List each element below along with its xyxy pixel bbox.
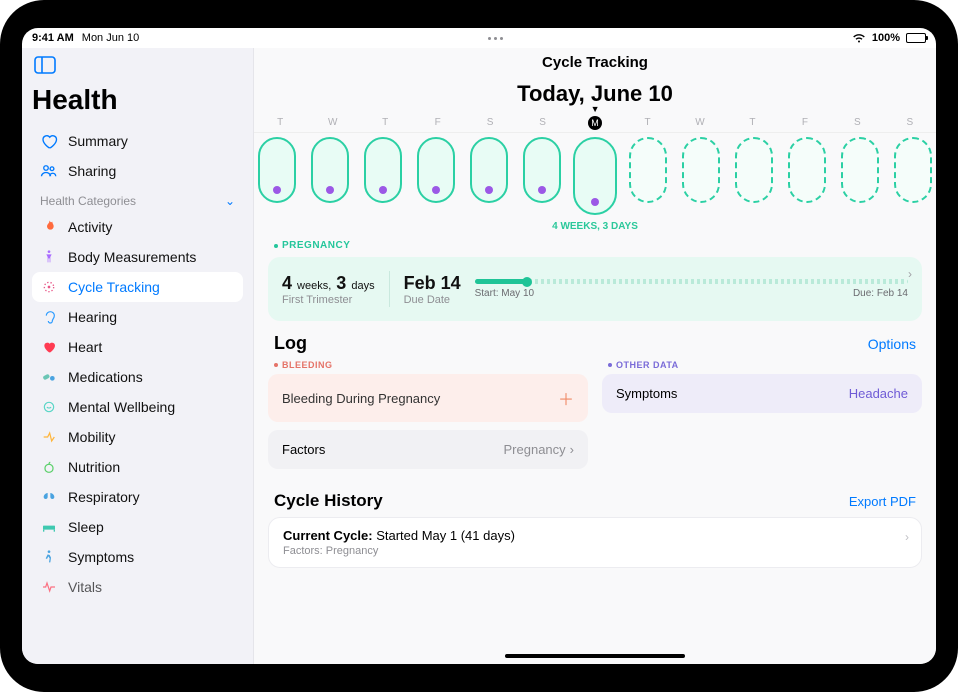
sidebar-item-label: Symptoms (68, 549, 134, 565)
home-indicator[interactable] (505, 654, 685, 658)
battery-icon (906, 33, 926, 43)
sidebar-section-header[interactable]: Health Categories ⌄ (32, 186, 243, 212)
day-pill[interactable] (258, 137, 296, 203)
sidebar-item-label: Summary (68, 133, 128, 149)
sidebar-item-label: Mental Wellbeing (68, 399, 175, 415)
sidebar-item-label: Activity (68, 219, 112, 235)
flame-icon (40, 218, 58, 236)
plus-icon: ＋ (558, 386, 574, 410)
day-pill[interactable] (364, 137, 402, 203)
sidebar-item-mental[interactable]: Mental Wellbeing (32, 392, 243, 422)
day-pill-future[interactable] (894, 137, 932, 203)
day-pill[interactable] (311, 137, 349, 203)
bleeding-row[interactable]: Bleeding During Pregnancy ＋ (268, 374, 588, 422)
day-pill-future[interactable] (788, 137, 826, 203)
sidebar-item-label: Medications (68, 369, 143, 385)
vitals-icon (40, 578, 58, 596)
day-pill-future[interactable] (841, 137, 879, 203)
sidebar-item-meds[interactable]: Medications (32, 362, 243, 392)
otherdata-label: OTHER DATA (602, 356, 922, 374)
pills-icon (40, 368, 58, 386)
symptoms-row[interactable]: Symptoms Headache (602, 374, 922, 413)
sidebar-toggle-icon[interactable] (32, 54, 243, 76)
sidebar-item-label: Nutrition (68, 459, 120, 475)
sidebar-item-sharing[interactable]: Sharing (32, 156, 243, 186)
sidebar-item-label: Mobility (68, 429, 115, 445)
pregnancy-progress-bar (475, 279, 908, 284)
sidebar-item-label: Heart (68, 339, 102, 355)
mobility-icon (40, 428, 58, 446)
people-icon (40, 162, 58, 180)
sidebar-item-cycle[interactable]: Cycle Tracking (32, 272, 243, 302)
body-icon (40, 248, 58, 266)
bed-icon (40, 518, 58, 536)
ear-icon (40, 308, 58, 326)
status-time: 9:41 AM (32, 32, 74, 44)
day-pill-future[interactable] (735, 137, 773, 203)
brain-icon (40, 398, 58, 416)
sidebar: Health Summary Sharing Health Categories… (22, 48, 254, 664)
heart-outline-icon (40, 132, 58, 150)
multitask-dots[interactable] (139, 37, 852, 40)
chevron-right-icon: › (570, 442, 574, 457)
day-pill[interactable] (470, 137, 508, 203)
page-title: Cycle Tracking (254, 48, 936, 75)
sidebar-item-sleep[interactable]: Sleep (32, 512, 243, 542)
sidebar-item-nutrition[interactable]: Nutrition (32, 452, 243, 482)
chevron-right-icon: › (908, 267, 912, 281)
sidebar-item-label: Sleep (68, 519, 104, 535)
sidebar-item-label: Hearing (68, 309, 117, 325)
sidebar-item-symptoms[interactable]: Symptoms (32, 542, 243, 572)
day-pill-today[interactable] (573, 137, 617, 215)
sidebar-item-body[interactable]: Body Measurements (32, 242, 243, 272)
apple-icon (40, 458, 58, 476)
status-date: Mon Jun 10 (82, 32, 139, 44)
heart-icon (40, 338, 58, 356)
pregnancy-section-label: PREGNANCY (254, 238, 936, 253)
lungs-icon (40, 488, 58, 506)
sidebar-item-label: Cycle Tracking (68, 279, 160, 295)
main-content: Cycle Tracking Today, June 10 T W T F S … (254, 48, 936, 664)
sidebar-item-activity[interactable]: Activity (32, 212, 243, 242)
wifi-icon (852, 33, 866, 43)
history-heading: Cycle History (274, 491, 383, 511)
sidebar-item-mobility[interactable]: Mobility (32, 422, 243, 452)
sidebar-item-heart[interactable]: Heart (32, 332, 243, 362)
app-title: Health (32, 84, 243, 116)
day-pill-future[interactable] (682, 137, 720, 203)
factors-row[interactable]: Factors Pregnancy › (268, 430, 588, 469)
battery-text: 100% (872, 32, 900, 44)
sidebar-item-label: Sharing (68, 163, 116, 179)
sidebar-item-respiratory[interactable]: Respiratory (32, 482, 243, 512)
log-heading: Log (274, 333, 307, 354)
log-options-link[interactable]: Options (868, 336, 916, 352)
day-pill-future[interactable] (629, 137, 667, 203)
bleeding-label: BLEEDING (268, 356, 588, 374)
history-current-card[interactable]: › Current Cycle: Started May 1 (41 days)… (268, 517, 922, 568)
pregnancy-card[interactable]: › 4 weeks, 3 days First Trimester Feb 14… (268, 257, 922, 321)
cycle-icon (40, 278, 58, 296)
sidebar-item-label: Respiratory (68, 489, 140, 505)
sidebar-item-vitals[interactable]: Vitals (32, 572, 243, 602)
sidebar-item-label: Body Measurements (68, 249, 196, 265)
day-letter-strip[interactable]: T W T F S S M T W T F S S (254, 113, 936, 133)
sidebar-item-hearing[interactable]: Hearing (32, 302, 243, 332)
export-pdf-link[interactable]: Export PDF (849, 494, 916, 509)
walk-icon (40, 548, 58, 566)
day-pill[interactable] (523, 137, 561, 203)
gestation-label: 4 WEEKS, 3 DAYS (254, 217, 936, 238)
status-bar: 9:41 AM Mon Jun 10 100% (22, 28, 936, 48)
chevron-down-icon: ⌄ (225, 194, 235, 208)
sidebar-item-label: Vitals (68, 579, 102, 595)
sidebar-item-summary[interactable]: Summary (32, 126, 243, 156)
chevron-right-icon: › (905, 530, 909, 544)
cycle-day-pills[interactable] (254, 133, 936, 217)
day-pill[interactable] (417, 137, 455, 203)
